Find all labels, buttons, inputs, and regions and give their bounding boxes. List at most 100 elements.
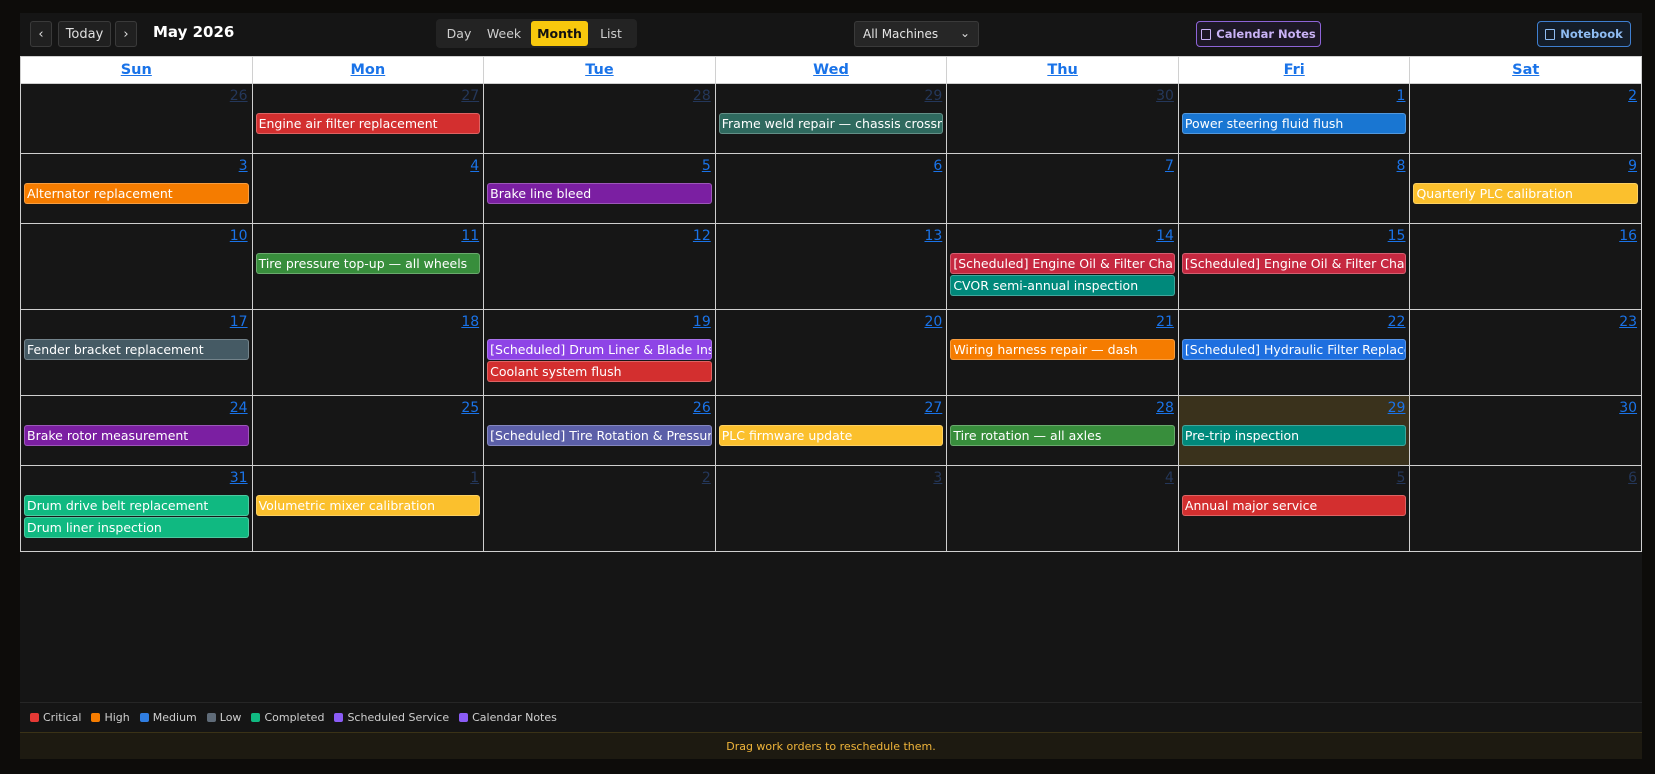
today-button[interactable]: Today	[58, 21, 111, 47]
day-number[interactable]: 27	[461, 88, 479, 104]
day-cell[interactable]: 22 [Scheduled] Hydraulic Filter Replaceme…	[1178, 310, 1411, 395]
day-cell[interactable]: 28	[484, 84, 716, 153]
weekday-tue[interactable]: Tue	[484, 57, 716, 83]
day-cell[interactable]: 1 Power steering fluid flush	[1178, 84, 1411, 153]
day-number[interactable]: 12	[693, 228, 711, 244]
day-cell[interactable]: 9 Quarterly PLC calibration	[1410, 154, 1642, 223]
work-order-event[interactable]: Quarterly PLC calibration	[1413, 183, 1639, 204]
day-cell[interactable]: 5 Brake line bleed	[484, 154, 716, 223]
day-number[interactable]: 16	[1619, 228, 1637, 244]
day-number[interactable]: 20	[924, 314, 942, 330]
day-cell[interactable]: 6	[1410, 466, 1642, 551]
day-cell[interactable]: 16	[1410, 224, 1642, 309]
day-number[interactable]: 22	[1388, 314, 1406, 330]
day-cell[interactable]: 27 Engine air filter replacement	[252, 84, 485, 153]
work-order-event[interactable]: Alternator replacement	[24, 183, 249, 204]
day-number[interactable]: 2	[1628, 88, 1637, 104]
work-order-event[interactable]: Engine air filter replacement	[255, 113, 481, 134]
day-number[interactable]: 21	[1156, 314, 1174, 330]
day-cell[interactable]: 14 [Scheduled] Engine Oil & Filter Change…	[947, 224, 1179, 309]
day-number[interactable]: 7	[1165, 158, 1174, 174]
day-number[interactable]: 11	[461, 228, 479, 244]
weekday-fri[interactable]: Fri	[1179, 57, 1411, 83]
day-cell[interactable]: 24 Brake rotor measurement	[21, 396, 253, 465]
day-number[interactable]: 2	[702, 470, 711, 486]
weekday-wed[interactable]: Wed	[716, 57, 948, 83]
day-number[interactable]: 27	[924, 400, 942, 416]
day-number[interactable]: 1	[1397, 88, 1406, 104]
day-number[interactable]: 23	[1619, 314, 1637, 330]
day-number[interactable]: 31	[230, 470, 248, 486]
day-number[interactable]: 5	[1397, 470, 1406, 486]
day-cell[interactable]: 18	[252, 310, 485, 395]
work-order-event[interactable]: Drum liner inspection	[24, 517, 249, 538]
work-order-event[interactable]: Tire pressure top-up — all wheels	[255, 253, 481, 274]
work-order-event[interactable]: Pre-trip inspection	[1181, 425, 1407, 446]
day-cell[interactable]: 2	[1410, 84, 1642, 153]
work-order-event[interactable]: CVOR semi-annual inspection	[950, 275, 1175, 296]
work-order-event[interactable]: [Scheduled] Engine Oil & Filter Change	[1181, 253, 1407, 274]
calendar-notes-button[interactable]: Calendar Notes	[1196, 21, 1321, 47]
day-cell[interactable]: 6	[715, 154, 948, 223]
day-cell[interactable]: 21 Wiring harness repair — dash	[947, 310, 1179, 395]
work-order-event[interactable]: Wiring harness repair — dash	[950, 339, 1175, 360]
day-cell[interactable]: 28 Tire rotation — all axles	[947, 396, 1179, 465]
day-cell[interactable]: 3	[715, 466, 948, 551]
day-number[interactable]: 25	[461, 400, 479, 416]
day-number[interactable]: 9	[1628, 158, 1637, 174]
day-cell[interactable]: 15 [Scheduled] Engine Oil & Filter Change	[1178, 224, 1411, 309]
machine-filter-select[interactable]: All Machines ⌄	[854, 21, 979, 47]
day-number[interactable]: 26	[230, 88, 248, 104]
day-cell[interactable]: 10	[21, 224, 253, 309]
next-month-button[interactable]: ›	[115, 21, 137, 47]
work-order-event[interactable]: PLC firmware update	[718, 425, 944, 446]
view-month-button[interactable]: Month	[531, 21, 588, 46]
day-number[interactable]: 5	[702, 158, 711, 174]
day-cell[interactable]: 23	[1410, 310, 1642, 395]
day-number[interactable]: 4	[1165, 470, 1174, 486]
day-cell[interactable]: 4	[252, 154, 485, 223]
day-cell[interactable]: 7	[947, 154, 1179, 223]
prev-month-button[interactable]: ‹	[30, 21, 52, 47]
day-number[interactable]: 3	[239, 158, 248, 174]
day-number[interactable]: 29	[1388, 400, 1406, 416]
work-order-event[interactable]: Drum drive belt replacement	[24, 495, 249, 516]
work-order-event[interactable]: Brake line bleed	[487, 183, 712, 204]
day-number[interactable]: 15	[1388, 228, 1406, 244]
work-order-event[interactable]: Volumetric mixer calibration	[255, 495, 481, 516]
day-cell[interactable]: 11 Tire pressure top-up — all wheels	[252, 224, 485, 309]
day-number[interactable]: 19	[693, 314, 711, 330]
work-order-event[interactable]: Tire rotation — all axles	[950, 425, 1175, 446]
day-number[interactable]: 30	[1156, 88, 1174, 104]
day-cell[interactable]: 29 Pre-trip inspection	[1178, 396, 1411, 465]
day-cell[interactable]: 26	[21, 84, 253, 153]
day-cell[interactable]: 4	[947, 466, 1179, 551]
work-order-event[interactable]: [Scheduled] Drum Liner & Blade Inspectio…	[487, 339, 712, 360]
day-number[interactable]: 10	[230, 228, 248, 244]
work-order-event[interactable]: [Scheduled] Hydraulic Filter Replacement	[1181, 339, 1407, 360]
day-number[interactable]: 17	[230, 314, 248, 330]
day-cell[interactable]: 30	[1410, 396, 1642, 465]
day-cell[interactable]: 5 Annual major service	[1178, 466, 1411, 551]
day-cell[interactable]: 12	[484, 224, 716, 309]
day-cell[interactable]: 2	[484, 466, 716, 551]
day-number[interactable]: 6	[933, 158, 942, 174]
day-number[interactable]: 14	[1156, 228, 1174, 244]
day-cell[interactable]: 29 Frame weld repair — chassis crossmembe…	[715, 84, 948, 153]
day-number[interactable]: 30	[1619, 400, 1637, 416]
day-number[interactable]: 8	[1397, 158, 1406, 174]
day-number[interactable]: 29	[924, 88, 942, 104]
day-number[interactable]: 1	[470, 470, 479, 486]
notebook-button[interactable]: Notebook	[1537, 21, 1631, 47]
day-number[interactable]: 24	[230, 400, 248, 416]
day-cell[interactable]: 13	[715, 224, 948, 309]
day-cell[interactable]: 25	[252, 396, 485, 465]
day-cell[interactable]: 30	[947, 84, 1179, 153]
weekday-mon[interactable]: Mon	[253, 57, 485, 83]
work-order-event[interactable]: [Scheduled] Engine Oil & Filter Change	[950, 253, 1175, 274]
work-order-event[interactable]: [Scheduled] Tire Rotation & Pressure Che…	[487, 425, 712, 446]
day-cell[interactable]: 8	[1178, 154, 1411, 223]
day-number[interactable]: 4	[470, 158, 479, 174]
view-week-button[interactable]: Week	[480, 21, 528, 46]
day-cell[interactable]: 3 Alternator replacement	[21, 154, 253, 223]
